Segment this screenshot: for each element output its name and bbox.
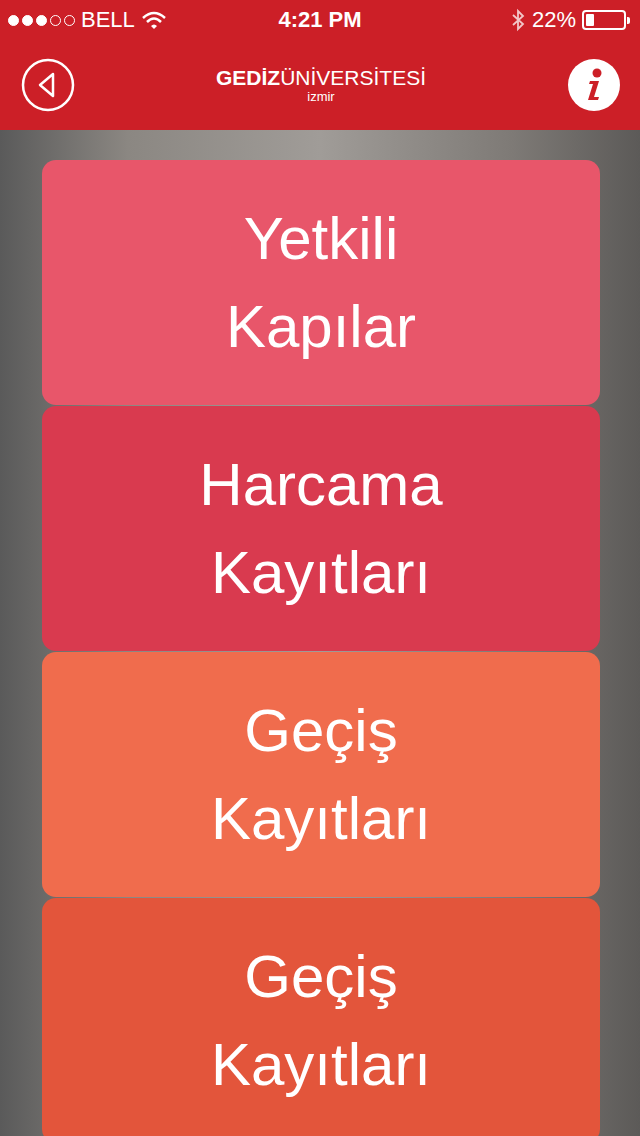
menu-label: Geçiş — [244, 933, 397, 1021]
title-subtitle: izmir — [307, 90, 334, 104]
wifi-icon — [141, 10, 167, 30]
menu-label: Kayıtları — [211, 1021, 431, 1109]
signal-dot — [22, 15, 33, 26]
title-bold: GEDİZ — [216, 66, 280, 89]
signal-dot — [64, 15, 75, 26]
battery-fill — [586, 14, 594, 26]
status-bar: BELL 4:21 PM 22% — [0, 0, 640, 40]
menu-list: YetkiliKapılarHarcamaKayıtlarıGeçişKayıt… — [0, 130, 640, 1136]
nav-bar: GEDİZÜNİVERSİTESİizmir — [0, 40, 640, 130]
signal-icon — [8, 15, 75, 26]
back-icon[interactable] — [20, 57, 76, 113]
carrier: BELL — [81, 7, 135, 33]
menu-card[interactable]: HarcamaKayıtları — [42, 406, 600, 651]
info-icon[interactable] — [566, 57, 622, 113]
menu-label: Kayıtları — [211, 775, 431, 863]
menu-label: Kayıtları — [211, 529, 431, 617]
app-title: GEDİZÜNİVERSİTESİizmir — [216, 66, 426, 104]
menu-card[interactable]: YetkiliKapılar — [42, 160, 600, 405]
bluetooth-icon — [510, 8, 526, 32]
status-right: 22% — [362, 7, 632, 33]
title-rest: ÜNİVERSİTESİ — [280, 66, 426, 89]
title-main: GEDİZÜNİVERSİTESİ — [216, 66, 426, 90]
menu-card[interactable]: GeçişKayıtları — [42, 898, 600, 1136]
menu-label: Yetkili — [244, 195, 399, 283]
menu-label: Geçiş — [244, 687, 397, 775]
menu-card[interactable]: GeçişKayıtları — [42, 652, 600, 897]
clock: 4:21 PM — [278, 7, 361, 33]
menu-label: Kapılar — [226, 283, 416, 371]
signal-dot — [36, 15, 47, 26]
battery-reading: 22% — [532, 7, 576, 33]
menu-label: Harcama — [199, 441, 442, 529]
signal-dot — [8, 15, 19, 26]
status-left: BELL — [8, 7, 278, 33]
signal-dot — [50, 15, 61, 26]
battery-icon — [582, 10, 626, 30]
